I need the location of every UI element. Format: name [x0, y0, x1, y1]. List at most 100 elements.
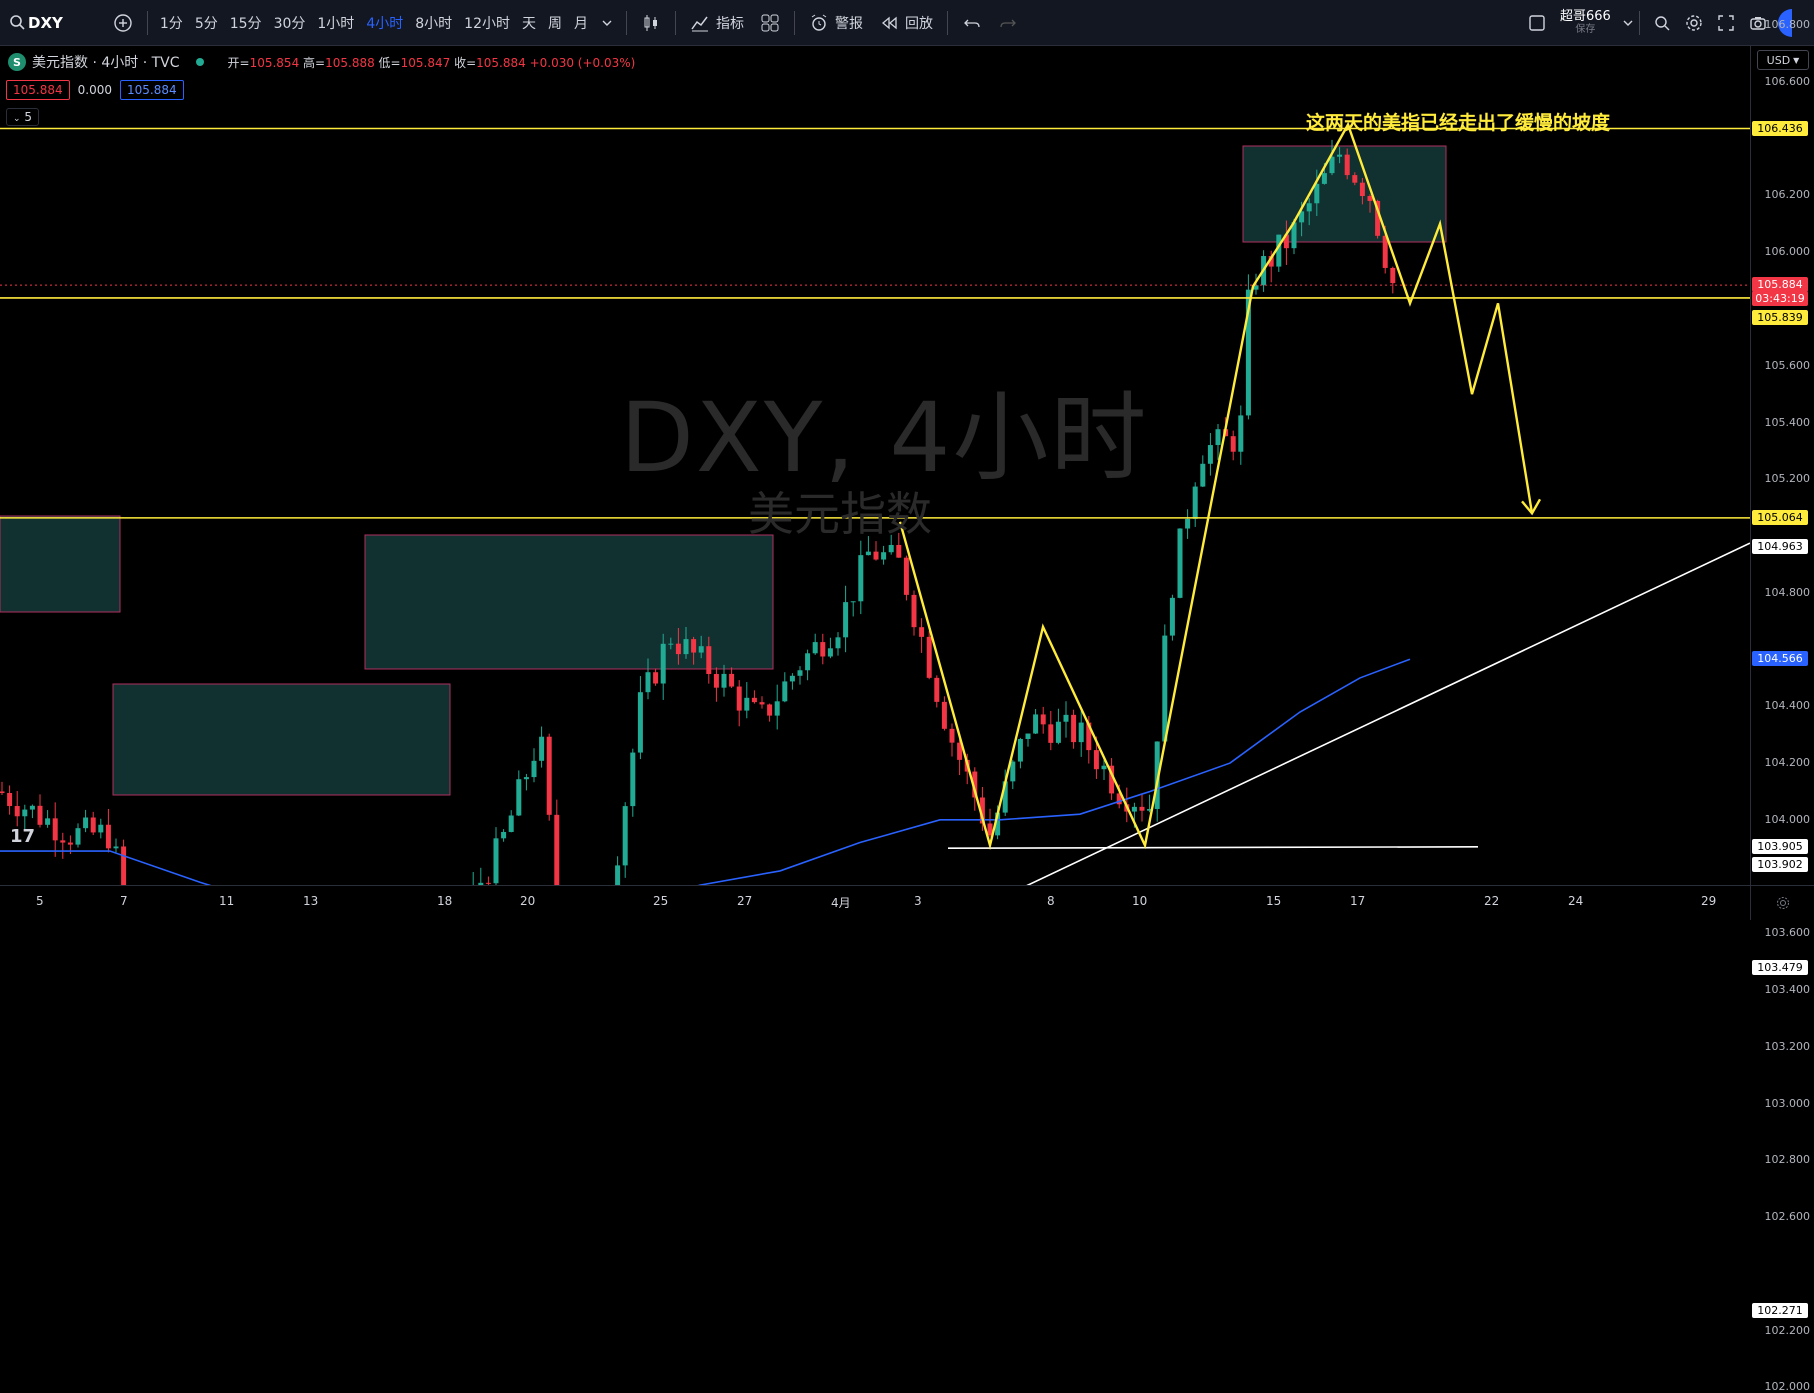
interval-2[interactable]: 15分	[224, 0, 268, 46]
quick-search-button[interactable]	[1646, 0, 1678, 46]
rewind-icon	[881, 16, 897, 29]
interval-0[interactable]: 1分	[154, 0, 189, 46]
price-label: 103.200	[1764, 1039, 1811, 1053]
candle-body	[668, 643, 674, 645]
chevron-down-icon: ⌄	[13, 114, 21, 124]
top-toolbar: DXY 1分 5分 15分 30分 1小时 4小时 8小时 12小时天周月 指标 警报 回放	[0, 0, 1814, 46]
magic-search-icon	[1655, 16, 1670, 31]
candle-body	[1055, 721, 1061, 743]
spread-value: 0.000	[77, 83, 112, 97]
interval-4[interactable]: 1小时	[311, 0, 360, 46]
candle-body	[1207, 445, 1213, 464]
candle-body	[653, 672, 659, 684]
indicators-label: 指标	[715, 15, 744, 32]
layout-name[interactable]: 超哥666 保存	[1554, 10, 1617, 36]
open-key: 开=	[227, 55, 250, 70]
time-label: 4月	[831, 896, 851, 910]
candle-body	[919, 627, 925, 637]
candle-body	[1230, 436, 1236, 452]
time-label: 25	[653, 894, 669, 908]
redo-icon	[1000, 19, 1016, 27]
interval-8[interactable]: 天	[516, 0, 542, 46]
candle-body	[713, 674, 719, 688]
candle-body	[1131, 806, 1137, 812]
indicators-collapse-button[interactable]: ⌄ 5	[6, 108, 40, 126]
candle-body	[782, 681, 788, 702]
candle-body	[835, 637, 841, 649]
interval-5[interactable]: 4小时	[360, 0, 409, 46]
candle-body	[751, 697, 757, 703]
undo-button[interactable]	[954, 0, 990, 46]
price-label: 102.200	[1764, 1323, 1811, 1337]
candles-icon	[644, 14, 657, 31]
time-axis[interactable]: 5 7 11 13 18 20 25 27 4月 3 8 10 15 17 22 24 29	[0, 885, 1750, 920]
series-title[interactable]: 美元指数 · 4小时 · TVC	[32, 52, 180, 72]
settings-button[interactable]	[1678, 0, 1710, 46]
candle-body	[67, 842, 73, 845]
price-label: 102.800	[1764, 1153, 1811, 1167]
sell-button[interactable]: 105.884	[6, 80, 70, 100]
time-label: 22	[1484, 894, 1500, 908]
candle-body	[698, 646, 704, 653]
close-key: 收=	[454, 55, 477, 70]
time-label: 7	[120, 894, 128, 908]
close-value: 105.884	[476, 55, 526, 70]
replay-button[interactable]: 回放	[871, 0, 941, 46]
candle-body	[1040, 714, 1046, 725]
candle-body	[531, 760, 537, 778]
price-tag: 105.884	[1752, 277, 1808, 293]
candle-body	[1048, 724, 1054, 743]
layout-button[interactable]	[1520, 0, 1554, 46]
chart-annotation-text[interactable]: 这两天的美指已经走出了缓慢的坡度	[1306, 108, 1610, 135]
candle-body	[645, 672, 651, 693]
interval-6[interactable]: 8小时	[409, 0, 458, 46]
candle-body	[22, 809, 28, 817]
interval-7[interactable]: 12小时	[458, 0, 516, 46]
buy-button[interactable]: 105.884	[119, 80, 184, 100]
interval-3[interactable]: 30分	[268, 0, 312, 46]
price-tag: 103.902	[1752, 856, 1808, 872]
symbol-search[interactable]: DXY	[0, 0, 71, 46]
chevron-down-icon[interactable]	[1623, 18, 1633, 28]
time-label: 10	[1132, 894, 1148, 908]
redo-button[interactable]	[990, 0, 1026, 46]
market-status-dot[interactable]	[195, 58, 204, 66]
fullscreen-button[interactable]	[1710, 0, 1742, 46]
price-label: 102.000	[1764, 1380, 1811, 1393]
candle-body	[1101, 765, 1107, 770]
candle-body	[7, 792, 13, 807]
candle-body	[60, 840, 66, 843]
candle-body	[888, 544, 894, 553]
chart-type-button[interactable]	[633, 0, 669, 46]
interval-9[interactable]: 周	[542, 0, 568, 46]
candle-body	[0, 791, 5, 793]
templates-button[interactable]	[752, 0, 788, 46]
candle-body	[1139, 806, 1145, 811]
candle-body	[805, 653, 811, 671]
series-legend: S 美元指数 · 4小时 · TVC 开=105.854 高=105.888 低…	[8, 52, 635, 72]
candle-body	[501, 831, 507, 839]
candle-body	[1352, 175, 1358, 183]
currency-select[interactable]: USD ▼	[1757, 50, 1809, 70]
price-tag: 103.905	[1752, 838, 1808, 854]
price-axis[interactable]: USD ▼ 106.800 106.600 106.200 106.000 105.60…	[1750, 18, 1814, 1393]
add-symbol-button[interactable]	[105, 0, 141, 46]
price-label: 105.600	[1764, 358, 1811, 372]
candle-body	[508, 815, 514, 832]
interval-1[interactable]: 5分	[189, 0, 224, 46]
tradingview-logo[interactable]: 17	[10, 826, 35, 847]
price-label: 105.200	[1764, 472, 1811, 486]
time-label: 27	[737, 894, 753, 908]
indicators-button[interactable]: 指标	[682, 0, 752, 46]
interval-10[interactable]: 月	[568, 0, 594, 46]
candle-body	[615, 865, 621, 911]
interval-dropdown[interactable]	[594, 0, 620, 46]
candle-body	[934, 677, 940, 702]
axis-settings-button[interactable]	[1750, 885, 1814, 920]
candle-body	[774, 701, 780, 716]
candle-body	[1071, 714, 1077, 743]
candle-body	[706, 646, 712, 675]
alert-button[interactable]: 警报	[801, 0, 871, 46]
candle-body	[105, 824, 111, 849]
candle-body	[729, 673, 735, 687]
